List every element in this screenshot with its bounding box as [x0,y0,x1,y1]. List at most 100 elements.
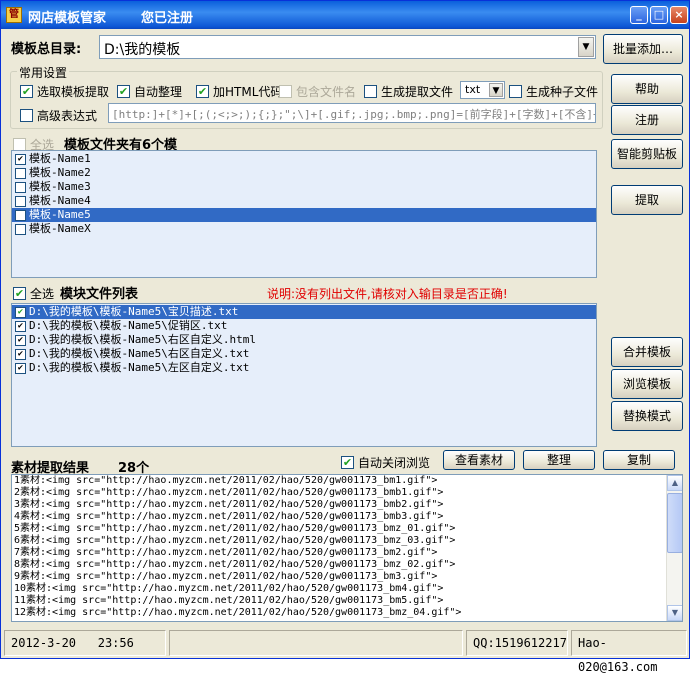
merge-button[interactable]: 合并模板 [611,337,683,367]
templates-list[interactable]: ✔ 模板-Name1 模板-Name2 模板-Name3 模板-Name4 模板-… [11,150,597,278]
regex-input[interactable]: [http:]+[*]+[;(;<;>;);{;};";\]+[.gif;.jp… [108,103,596,123]
opt-html-checkbox[interactable]: ✔ 加HTML代码 [196,83,282,100]
scroll-up-icon[interactable]: ▲ [667,475,682,491]
list-item-label: 模板-NameX [29,222,91,235]
results-scrollbar[interactable]: ▲ ▼ [666,475,682,621]
list-item[interactable]: 模板-Name4 [12,194,596,208]
auto-close-label: 自动关闭浏览 [358,456,431,470]
list-item-label: D:\我的模板\模板-Name5\宝贝描述.txt [29,305,239,318]
result-line: 4素材:<img src="http://hao.myzcm.net/2011/… [14,511,444,522]
result-line: 6素材:<img src="http://hao.myzcm.net/2011/… [14,535,456,546]
modules-header: 模块文件列表 [60,287,139,302]
ext-value: txt [465,83,481,96]
modules-select-all-label: 全选 [30,287,55,301]
status-bar: 2012-3-20 23:56 QQ:1519612217 Hao-020@16… [1,627,689,674]
dir-value: D:\我的模板 [104,42,181,58]
list-item[interactable]: ✔ 模板-Name1 [12,152,596,166]
common-settings-title: 常用设置 [17,64,70,81]
list-item[interactable]: 模板-Name3 [12,180,596,194]
dir-label: 模板总目录: [11,42,82,57]
check-icon: ✔ [341,456,354,469]
result-line: 7素材:<img src="http://hao.myzcm.net/2011/… [14,547,438,558]
list-item-label: 模板-Name5 [29,208,91,221]
result-line: 1素材:<img src="http://hao.myzcm.net/2011/… [14,475,438,486]
copy-button[interactable]: 复制 [603,450,675,470]
result-line: 3素材:<img src="http://hao.myzcm.net/2011/… [14,499,444,510]
opt-extract-checkbox[interactable]: ✔ 选取模板提取 [20,83,109,100]
list-item-label: 模板-Name4 [29,194,91,207]
status-email: Hao-020@163.com [571,630,687,674]
check-icon: ✔ [117,85,130,98]
browse-button[interactable]: 浏览模板 [611,369,683,399]
list-item-selected[interactable]: ✔ D:\我的模板\模板-Name5\宝贝描述.txt [12,305,596,319]
opt-seed-label: 生成种子文件 [526,85,599,99]
check-icon: ✔ [13,287,26,300]
opt-regex-checkbox[interactable]: 高级表达式 [20,107,97,124]
modules-select-all[interactable]: ✔ 全选 [13,285,54,302]
opt-gen-extract-label: 生成提取文件 [381,85,454,99]
result-line: 11素材:<img src="http://hao.myzcm.net/2011… [14,595,444,606]
list-item[interactable]: 模板-NameX [12,222,596,236]
replace-button[interactable]: 替换模式 [611,401,683,431]
check-icon[interactable]: ✔ [15,306,26,318]
list-item-label: 模板-Name2 [29,166,91,179]
result-line: 2素材:<img src="http://hao.myzcm.net/2011/… [14,487,444,498]
list-item-label: 模板-Name3 [29,180,91,193]
auto-close-checkbox[interactable]: ✔ 自动关闭浏览 [341,454,430,471]
list-item-label: 模板-Name1 [29,152,91,165]
opt-include-checkbox: 包含文件名 [279,83,356,100]
list-item[interactable]: ✔ D:\我的模板\模板-Name5\右区自定义.html [12,333,596,347]
check-icon[interactable]: ✔ [15,153,26,165]
check-icon: ✔ [20,85,33,98]
list-item[interactable]: ✔ D:\我的模板\模板-Name5\左区自定义.txt [12,361,596,375]
view-material-button[interactable]: 查看素材 [443,450,515,470]
modules-list[interactable]: ✔ D:\我的模板\模板-Name5\宝贝描述.txt ✔ D:\我的模板\模板-N… [11,303,597,447]
check-icon[interactable]: ✔ [15,334,26,346]
list-item-label: D:\我的模板\模板-Name5\右区自定义.html [29,333,256,346]
list-item-selected[interactable]: 模板-Name5 [12,208,596,222]
title-bar[interactable]: 管 网店模板管家 您已注册 _ □ × [1,1,689,29]
check-icon[interactable]: ✔ [15,320,26,332]
batch-add-button[interactable]: 批量添加… [603,34,683,64]
result-line: 12素材:<img src="http://hao.myzcm.net/2011… [14,607,462,618]
result-line: 9素材:<img src="http://hao.myzcm.net/2011/… [14,571,438,582]
ext-select[interactable]: txt ▼ [460,81,505,99]
opt-include-label: 包含文件名 [296,85,357,99]
results-textarea[interactable]: 1素材:<img src="http://hao.myzcm.net/2011/… [11,474,683,622]
status-date: 2012-3-20 [11,636,77,650]
list-item-label: D:\我的模板\模板-Name5\左区自定义.txt [29,361,250,374]
chevron-down-icon[interactable]: ▼ [489,83,503,97]
app-icon: 管 [6,7,22,23]
minimize-button[interactable]: _ [630,6,648,24]
dir-combo[interactable]: D:\我的模板 ▼ [99,35,596,59]
main-window: 管 网店模板管家 您已注册 _ □ × 模板总目录: D:\我的模板 ▼ 批量添… [0,0,690,674]
register-button[interactable]: 注册 [611,105,683,135]
status-qq: QQ:1519612217 [466,630,568,656]
check-icon: ✔ [196,85,209,98]
list-item-label: D:\我的模板\模板-Name5\促销区.txt [29,319,228,332]
notice-text: 说明:没有列出文件,请核对入输目录是否正确! [267,287,508,301]
result-line: 10素材:<img src="http://hao.myzcm.net/2011… [14,583,444,594]
opt-regex-label: 高级表达式 [37,109,98,123]
scroll-thumb[interactable] [667,493,682,553]
check-icon[interactable]: ✔ [15,362,26,374]
tidy-button[interactable]: 整理 [523,450,595,470]
scroll-down-icon[interactable]: ▼ [667,605,682,621]
opt-seed-checkbox[interactable]: 生成种子文件 [509,83,598,100]
opt-auto-checkbox[interactable]: ✔ 自动整理 [117,83,182,100]
window-title: 网店模板管家 [28,11,107,26]
opt-extract-label: 选取模板提取 [37,85,110,99]
check-icon[interactable]: ✔ [15,348,26,360]
opt-gen-extract-checkbox[interactable]: 生成提取文件 [364,83,453,100]
maximize-button[interactable]: □ [650,6,668,24]
list-item[interactable]: 模板-Name2 [12,166,596,180]
chevron-down-icon[interactable]: ▼ [578,37,594,57]
extract-button[interactable]: 提取 [611,185,683,215]
close-button[interactable]: × [670,6,688,24]
result-line: 5素材:<img src="http://hao.myzcm.net/2011/… [14,523,456,534]
help-button[interactable]: 帮助 [611,74,683,104]
smart-clipboard-button[interactable]: 智能剪贴板 [611,139,683,169]
list-item[interactable]: ✔ D:\我的模板\模板-Name5\促销区.txt [12,319,596,333]
list-item[interactable]: ✔ D:\我的模板\模板-Name5\右区自定义.txt [12,347,596,361]
result-line: 8素材:<img src="http://hao.myzcm.net/2011/… [14,559,456,570]
